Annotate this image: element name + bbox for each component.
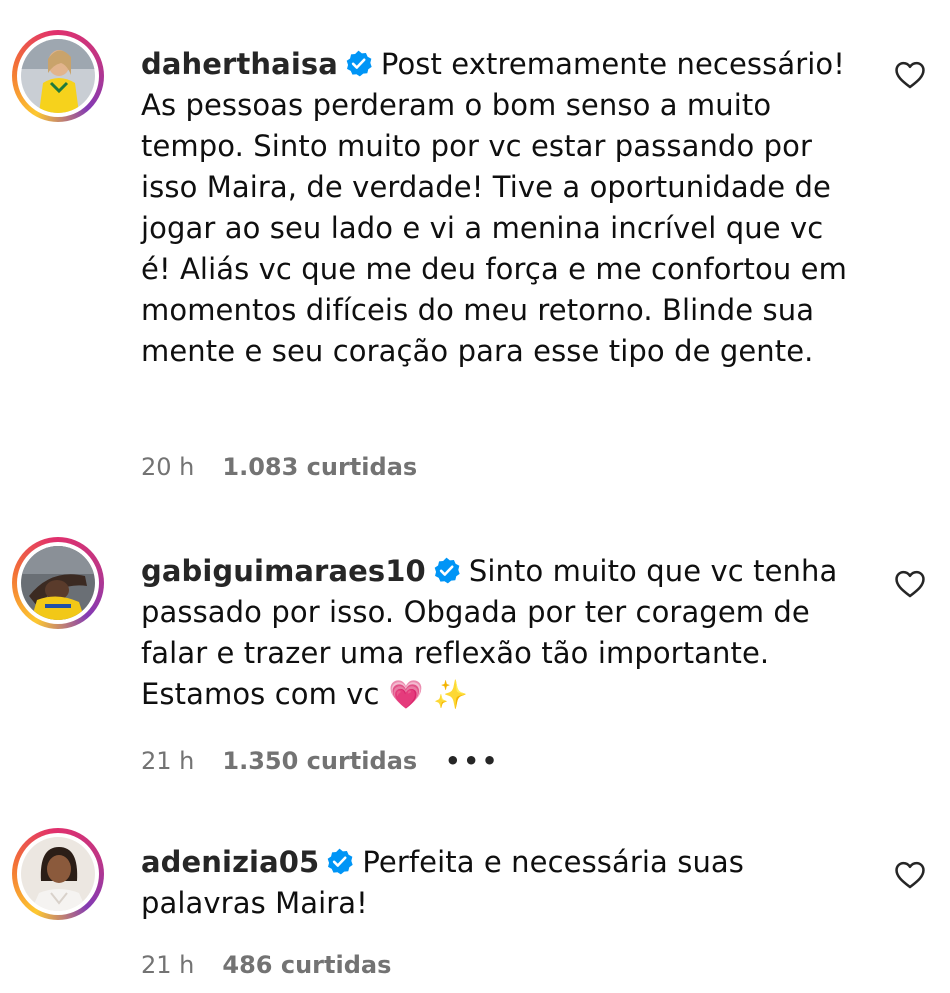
comment-meta: 20 h 1.083 curtidas [141,453,445,481]
comment-meta: 21 h 1.350 curtidas ••• [141,747,528,775]
comment-body: gabiguimaraes10 Sinto muito que vc tenha … [141,551,861,715]
avatar-story-ring[interactable] [12,537,104,629]
heart-outline-icon[interactable] [893,567,927,601]
avatar [21,546,95,620]
comment-body: adenizia05 Perfeita e necessária suas pal… [141,842,861,924]
avatar [21,39,95,113]
avatar [21,837,95,911]
comment-meta: 21 h 486 curtidas [141,951,419,979]
avatar-story-ring[interactable] [12,828,104,920]
comment-username[interactable]: daherthaisa [141,47,338,81]
comment-likes[interactable]: 486 curtidas [222,951,391,979]
comments-list: daherthaisa Post extremamente necessário!… [0,0,950,993]
avatar-story-ring[interactable] [12,30,104,122]
comment-likes[interactable]: 1.350 curtidas [222,747,417,775]
verified-badge-icon [328,848,353,875]
comment-username[interactable]: gabiguimaraes10 [141,554,426,588]
verified-badge-icon [346,50,372,77]
heart-emoji: 💗 [388,678,424,711]
comment-time[interactable]: 21 h [141,951,194,979]
comment-body: daherthaisa Post extremamente necessário!… [141,44,861,372]
comment-likes[interactable]: 1.083 curtidas [222,453,417,481]
comment-time[interactable]: 21 h [141,747,194,775]
comment-text: Post extremamente necessário! As pessoas… [141,47,847,368]
heart-outline-icon[interactable] [893,858,927,892]
heart-outline-icon[interactable] [893,58,927,92]
verified-badge-icon [434,557,460,584]
more-options-button[interactable]: ••• [445,747,500,775]
sparkles-emoji: ✨ [433,678,469,711]
comment-username[interactable]: adenizia05 [141,845,319,879]
comment-time[interactable]: 20 h [141,453,194,481]
